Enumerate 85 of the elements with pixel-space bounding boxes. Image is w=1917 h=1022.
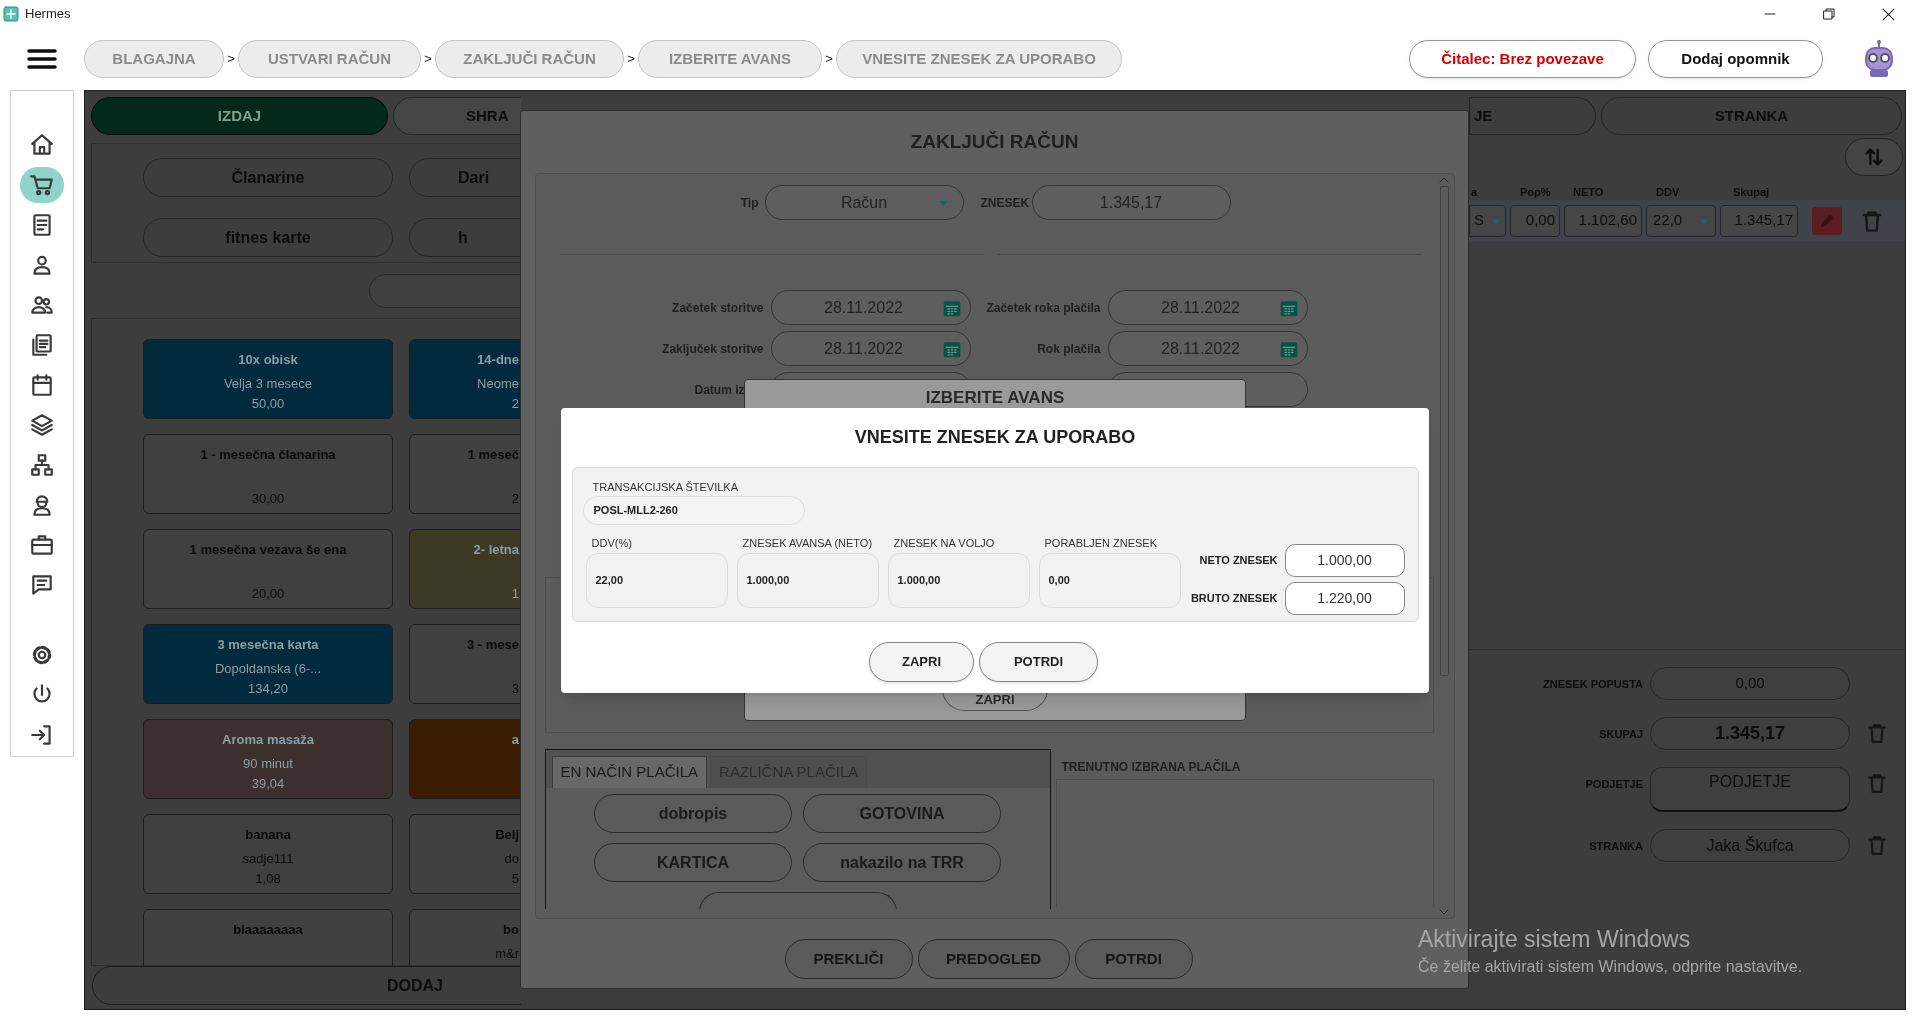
- activation-text: Če želite aktivirati sistem Windows, odprite nastavitve.: [1418, 956, 1803, 977]
- field-label: BRUTO ZNESEK: [1189, 591, 1279, 607]
- app-icon: [3, 6, 19, 22]
- cart-icon[interactable]: [29, 172, 55, 198]
- discount-field[interactable]: 0,00: [1510, 204, 1560, 237]
- date-field[interactable]: 28.11.2022: [770, 290, 971, 325]
- calendar-icon[interactable]: [29, 372, 55, 398]
- dialog-button[interactable]: POTRDI: [1074, 939, 1193, 979]
- amount-field: 1.000,00: [736, 553, 879, 608]
- vat-dropdown[interactable]: 22,0: [1646, 204, 1716, 237]
- home-icon[interactable]: [29, 132, 55, 158]
- breadcrumb-separator: >: [626, 50, 636, 69]
- caret-icon: [1699, 216, 1709, 225]
- caret-icon: [937, 198, 949, 207]
- product-tile[interactable]: 2- letna 1: [409, 529, 521, 609]
- section-label: TRENUTNO IZBRANA PLAČILA: [1060, 758, 1242, 776]
- breadcrumb-separator: >: [423, 50, 433, 69]
- briefcase-icon[interactable]: [29, 532, 55, 558]
- dialog-title: ZAKLJUČI RAČUN: [909, 129, 1080, 154]
- window-title: Hermes: [25, 5, 71, 24]
- payment-method-button[interactable]: nakazilo na TRR: [803, 843, 1001, 882]
- product-tile[interactable]: 10x obisk Velja 3 mesece 50,00: [143, 339, 393, 419]
- dialog-button[interactable]: POTRDI: [979, 642, 1098, 682]
- field-label: Tip: [739, 194, 760, 212]
- field-label: DDV(%): [590, 536, 633, 551]
- amount-field: 1.000,00: [887, 553, 1030, 608]
- pencil-icon: [1819, 212, 1835, 229]
- transaction-number-field[interactable]: POSL-MLL2-260: [582, 496, 805, 525]
- net-field[interactable]: 1.102,60: [1564, 204, 1642, 237]
- total-field[interactable]: 1.345,17: [1720, 204, 1798, 237]
- field-label: Zaključek storitve: [661, 340, 765, 358]
- sitemap-icon[interactable]: [29, 452, 55, 478]
- layers-icon[interactable]: [29, 412, 55, 438]
- field-label: Rok plačila: [1036, 340, 1102, 358]
- product-tile[interactable]: a: [409, 719, 521, 799]
- breadcrumb[interactable]: VNESITE ZNESEK ZA UPORABO: [836, 40, 1122, 78]
- activation-title: Aktivirajte sistem Windows: [1418, 925, 1692, 954]
- dialog-button[interactable]: PREDOGLED: [917, 939, 1070, 979]
- chat-icon[interactable]: [29, 572, 55, 598]
- dialog-title: IZBERITE AVANS: [925, 388, 1065, 408]
- field-label: ZNESEK AVANSA (NETO): [741, 536, 874, 551]
- breadcrumb[interactable]: ZAKLJUČI RAČUN: [435, 40, 624, 78]
- dialog-title: VNESITE ZNESEK ZA UPORABO: [854, 426, 1136, 449]
- field-label: Začetek storitve: [671, 299, 765, 317]
- payment-method-button[interactable]: KARTICA: [594, 843, 792, 882]
- dialog-button[interactable]: ZAPRI: [869, 642, 974, 682]
- close-icon[interactable]: [1882, 7, 1895, 21]
- payment-method-button[interactable]: GOTOVINA: [803, 794, 1001, 833]
- amount-field: 22,00: [585, 553, 728, 608]
- field-label: ZNESEK NA VOLJO: [892, 536, 996, 551]
- type-dropdown[interactable]: Račun: [764, 185, 964, 220]
- product-tile[interactable]: Aroma masaža 90 minut 39,04: [143, 719, 393, 799]
- breadcrumb[interactable]: USTVARI RAČUN: [238, 40, 421, 78]
- amount-field[interactable]: 1.345,17: [1031, 185, 1231, 220]
- list-icon[interactable]: [29, 332, 55, 358]
- field-label: Datum iz: [693, 381, 746, 399]
- reader-status-button[interactable]: Čitalec: Brez povezave: [1409, 40, 1636, 78]
- unit-dropdown[interactable]: S: [1469, 204, 1506, 237]
- breadcrumb-separator: >: [824, 50, 834, 69]
- field-label: TRANSAKCIJSKA ŠTEVILKA: [591, 480, 739, 495]
- date-field[interactable]: 28.11.2022: [1107, 331, 1308, 366]
- breadcrumb[interactable]: BLAGAJNA: [84, 40, 224, 78]
- sort-icon: [1863, 146, 1885, 168]
- sidebar-button[interactable]: [20, 167, 64, 203]
- action-button[interactable]: SHRA: [393, 97, 521, 135]
- restore-icon[interactable]: [1823, 8, 1835, 20]
- breadcrumb[interactable]: IZBERITE AVANS: [638, 40, 822, 78]
- product-tile[interactable]: 3 mesečna karta Dopoldanska (6-... 134,20: [143, 624, 393, 704]
- tab[interactable]: EN NAČIN PLAČILA: [551, 756, 708, 788]
- payment-method-button[interactable]: dobropis: [594, 794, 792, 833]
- field-label: PORABLJEN ZNESEK: [1043, 536, 1158, 551]
- add-reminder-button[interactable]: Dodaj opomnik: [1648, 40, 1823, 78]
- action-button[interactable]: IZDAJ: [91, 97, 388, 135]
- gross-amount-field[interactable]: 1.220,00: [1284, 582, 1405, 615]
- breadcrumb-separator: >: [226, 50, 236, 69]
- amount-field: 0,00: [1038, 553, 1181, 608]
- date-field[interactable]: 28.11.2022: [770, 331, 971, 366]
- product-tile[interactable]: 14-dne Neome 2: [409, 339, 521, 419]
- caret-icon: [1491, 216, 1501, 225]
- menu-icon[interactable]: [27, 47, 57, 71]
- field-label: Začetek roka plačila: [985, 299, 1102, 317]
- net-amount-field[interactable]: 1.000,00: [1284, 544, 1405, 577]
- date-field[interactable]: 28.11.2022: [1107, 290, 1308, 325]
- dialog-button[interactable]: PREKLIČI: [784, 939, 913, 979]
- field-label: NETO ZNESEK: [1198, 553, 1279, 569]
